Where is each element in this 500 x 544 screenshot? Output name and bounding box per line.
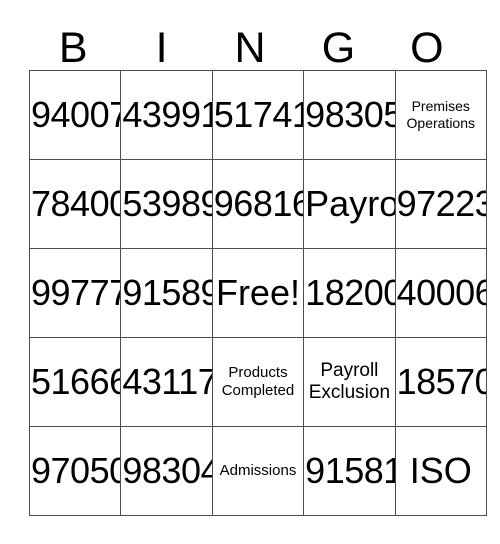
bingo-cell-label: ISO (409, 450, 472, 491)
bingo-cell-n4[interactable]: Products Completed (211, 337, 305, 427)
bingo-cell-g4[interactable]: Payroll Exclusion (303, 337, 396, 427)
bingo-cell-label: 91581 (305, 450, 396, 491)
bingo-cell-b1[interactable]: 94007 (28, 70, 122, 160)
bingo-row: 78400 53989 96816 Payroll 97223 (28, 159, 487, 249)
bingo-cell-o5[interactable]: ISO (394, 426, 487, 516)
header-letter-o: O (410, 24, 444, 72)
bingo-cell-i5[interactable]: 98304 (120, 426, 213, 516)
bingo-cell-label: Payroll (305, 183, 394, 224)
header-letter-g: G (321, 24, 356, 72)
bingo-cell-n5[interactable]: Admissions (211, 426, 305, 516)
bingo-row: 99777 91589 Free! 18200 40006 (28, 248, 487, 338)
bingo-cell-label: 43991 (122, 94, 213, 135)
header-letter-b: B (58, 24, 88, 72)
bingo-cell-label: Payroll Exclusion (308, 360, 391, 403)
bingo-cell-label: 98305 (305, 94, 396, 135)
bingo-cell-i4[interactable]: 43117 (120, 337, 213, 427)
bingo-cell-n1[interactable]: 51741 (211, 70, 305, 160)
bingo-cell-i1[interactable]: 43991 (120, 70, 213, 160)
bingo-header-row: B I N G O (29, 14, 471, 70)
bingo-cell-label: 51741 (213, 94, 304, 135)
bingo-cell-n2[interactable]: 96816 (211, 159, 305, 249)
bingo-grid: 94007 43991 51741 98305 Premises Operati… (28, 70, 487, 516)
bingo-row: 51666 43117 Products Completed Payroll E… (28, 337, 487, 427)
bingo-cell-label: 18570 (396, 361, 487, 402)
bingo-cell-label: 98304 (122, 450, 213, 491)
bingo-cell-label: 51666 (31, 361, 121, 402)
header-letter-n: N (234, 24, 266, 72)
bingo-cell-g2[interactable]: Payroll (303, 159, 396, 249)
bingo-cell-label: 97223 (396, 183, 487, 224)
bingo-cell-label: 40006 (396, 272, 487, 313)
bingo-cell-label: 78400 (31, 183, 121, 224)
bingo-cell-i2[interactable]: 53989 (120, 159, 213, 249)
bingo-cell-label: 97050 (31, 450, 121, 491)
bingo-cell-g5[interactable]: 91581 (303, 426, 396, 516)
bingo-cell-label: Products Completed (221, 364, 295, 399)
bingo-cell-label: 18200 (305, 272, 396, 313)
bingo-cell-g3[interactable]: 18200 (303, 248, 396, 338)
bingo-cell-g1[interactable]: 98305 (303, 70, 396, 160)
bingo-cell-free-space[interactable]: Free! (211, 248, 305, 338)
bingo-card: B I N G O 94007 43991 51741 98305 Premis… (28, 14, 487, 516)
bingo-cell-label: 53989 (122, 183, 213, 224)
bingo-row: 97050 98304 Admissions 91581 ISO (28, 426, 487, 516)
bingo-cell-b2[interactable]: 78400 (28, 159, 122, 249)
bingo-cell-label: 99777 (31, 272, 121, 313)
bingo-row: 94007 43991 51741 98305 Premises Operati… (28, 70, 487, 160)
bingo-cell-o4[interactable]: 18570 (394, 337, 487, 427)
bingo-cell-label: 94007 (31, 94, 121, 135)
bingo-cell-label: 91589 (122, 272, 213, 313)
bingo-cell-b3[interactable]: 99777 (28, 248, 122, 338)
bingo-cell-o1[interactable]: Premises Operations (394, 70, 487, 160)
bingo-cell-o2[interactable]: 97223 (394, 159, 487, 249)
free-space-label: Free! (215, 272, 300, 313)
bingo-cell-b5[interactable]: 97050 (28, 426, 122, 516)
bingo-cell-label: Premises Operations (406, 98, 475, 131)
bingo-cell-o3[interactable]: 40006 (394, 248, 487, 338)
bingo-cell-label: 43117 (122, 361, 213, 402)
header-letter-i: I (155, 24, 168, 72)
bingo-cell-b4[interactable]: 51666 (28, 337, 122, 427)
bingo-cell-i3[interactable]: 91589 (120, 248, 213, 338)
bingo-cell-label: Admissions (219, 462, 297, 479)
bingo-cell-label: 96816 (213, 183, 304, 224)
